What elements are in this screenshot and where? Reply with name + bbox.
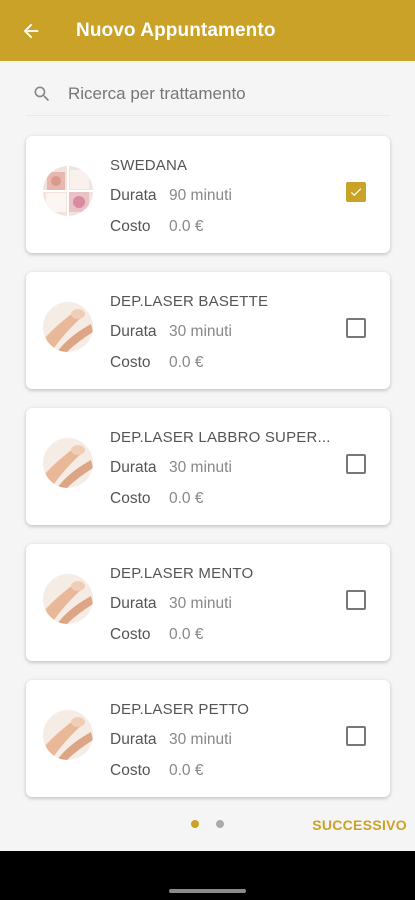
cost-value: 0.0 €: [169, 626, 204, 643]
treatment-card[interactable]: DEP.LASER LABBRO SUPER... Durata 30 minut…: [26, 408, 390, 525]
duration-label: Durata: [110, 323, 157, 340]
laser-photo-icon: [43, 302, 93, 352]
treatment-card[interactable]: DEP.LASER PETTO Durata 30 minuti Costo 0.0…: [26, 680, 390, 797]
treatment-name: SWEDANA: [110, 157, 188, 174]
treatment-name: DEP.LASER PETTO: [110, 701, 250, 718]
treatment-name: DEP.LASER LABBRO SUPER...: [110, 429, 331, 446]
duration-label: Durata: [110, 595, 157, 612]
cost-value: 0.0 €: [169, 762, 204, 779]
cost-label: Costo: [110, 490, 151, 507]
back-button[interactable]: [0, 0, 62, 61]
treatment-list: SWEDANA Durata 90 minuti Costo 0.0 € DEP.L…: [26, 136, 390, 816]
duration-value: 30 minuti: [169, 323, 232, 340]
search-bar: [26, 72, 390, 116]
cost-value: 0.0 €: [169, 354, 204, 371]
laser-photo-icon: [43, 438, 93, 488]
pager: SUCCESSIVO: [0, 808, 415, 842]
select-checkbox[interactable]: [346, 454, 366, 474]
duration-value: 90 minuti: [169, 187, 232, 204]
search-icon: [26, 78, 58, 110]
select-checkbox[interactable]: [346, 726, 366, 746]
app-bar: Nuovo Appuntamento: [0, 0, 415, 61]
page-dot-active[interactable]: [191, 820, 199, 828]
duration-label: Durata: [110, 187, 157, 204]
duration-label: Durata: [110, 459, 157, 476]
duration-label: Durata: [110, 731, 157, 748]
duration-value: 30 minuti: [169, 595, 232, 612]
laser-photo-icon: [43, 574, 93, 624]
treatment-card[interactable]: DEP.LASER MENTO Durata 30 minuti Costo 0.0…: [26, 544, 390, 661]
laser-photo-icon: [43, 710, 93, 760]
select-checkbox[interactable]: [346, 590, 366, 610]
massage-photo-icon: [43, 166, 93, 216]
treatment-card[interactable]: DEP.LASER BASETTE Durata 30 minuti Costo 0…: [26, 272, 390, 389]
cost-label: Costo: [110, 626, 151, 643]
duration-value: 30 minuti: [169, 459, 232, 476]
system-nav-bar: [0, 851, 415, 900]
cost-label: Costo: [110, 762, 151, 779]
cost-label: Costo: [110, 218, 151, 235]
select-checkbox[interactable]: [346, 182, 366, 202]
arrow-back-icon: [23, 23, 39, 38]
checkmark-icon: [350, 188, 362, 197]
treatment-name: DEP.LASER MENTO: [110, 565, 254, 582]
search-input[interactable]: [68, 83, 368, 104]
treatment-name: DEP.LASER BASETTE: [110, 293, 269, 310]
next-button[interactable]: SUCCESSIVO: [312, 817, 407, 833]
select-checkbox[interactable]: [346, 318, 366, 338]
cost-value: 0.0 €: [169, 218, 204, 235]
cost-label: Costo: [110, 354, 151, 371]
duration-value: 30 minuti: [169, 731, 232, 748]
home-indicator[interactable]: [169, 889, 246, 893]
page-dot[interactable]: [216, 820, 224, 828]
page-title: Nuovo Appuntamento: [76, 19, 276, 41]
treatment-card[interactable]: SWEDANA Durata 90 minuti Costo 0.0 €: [26, 136, 390, 253]
cost-value: 0.0 €: [169, 490, 204, 507]
